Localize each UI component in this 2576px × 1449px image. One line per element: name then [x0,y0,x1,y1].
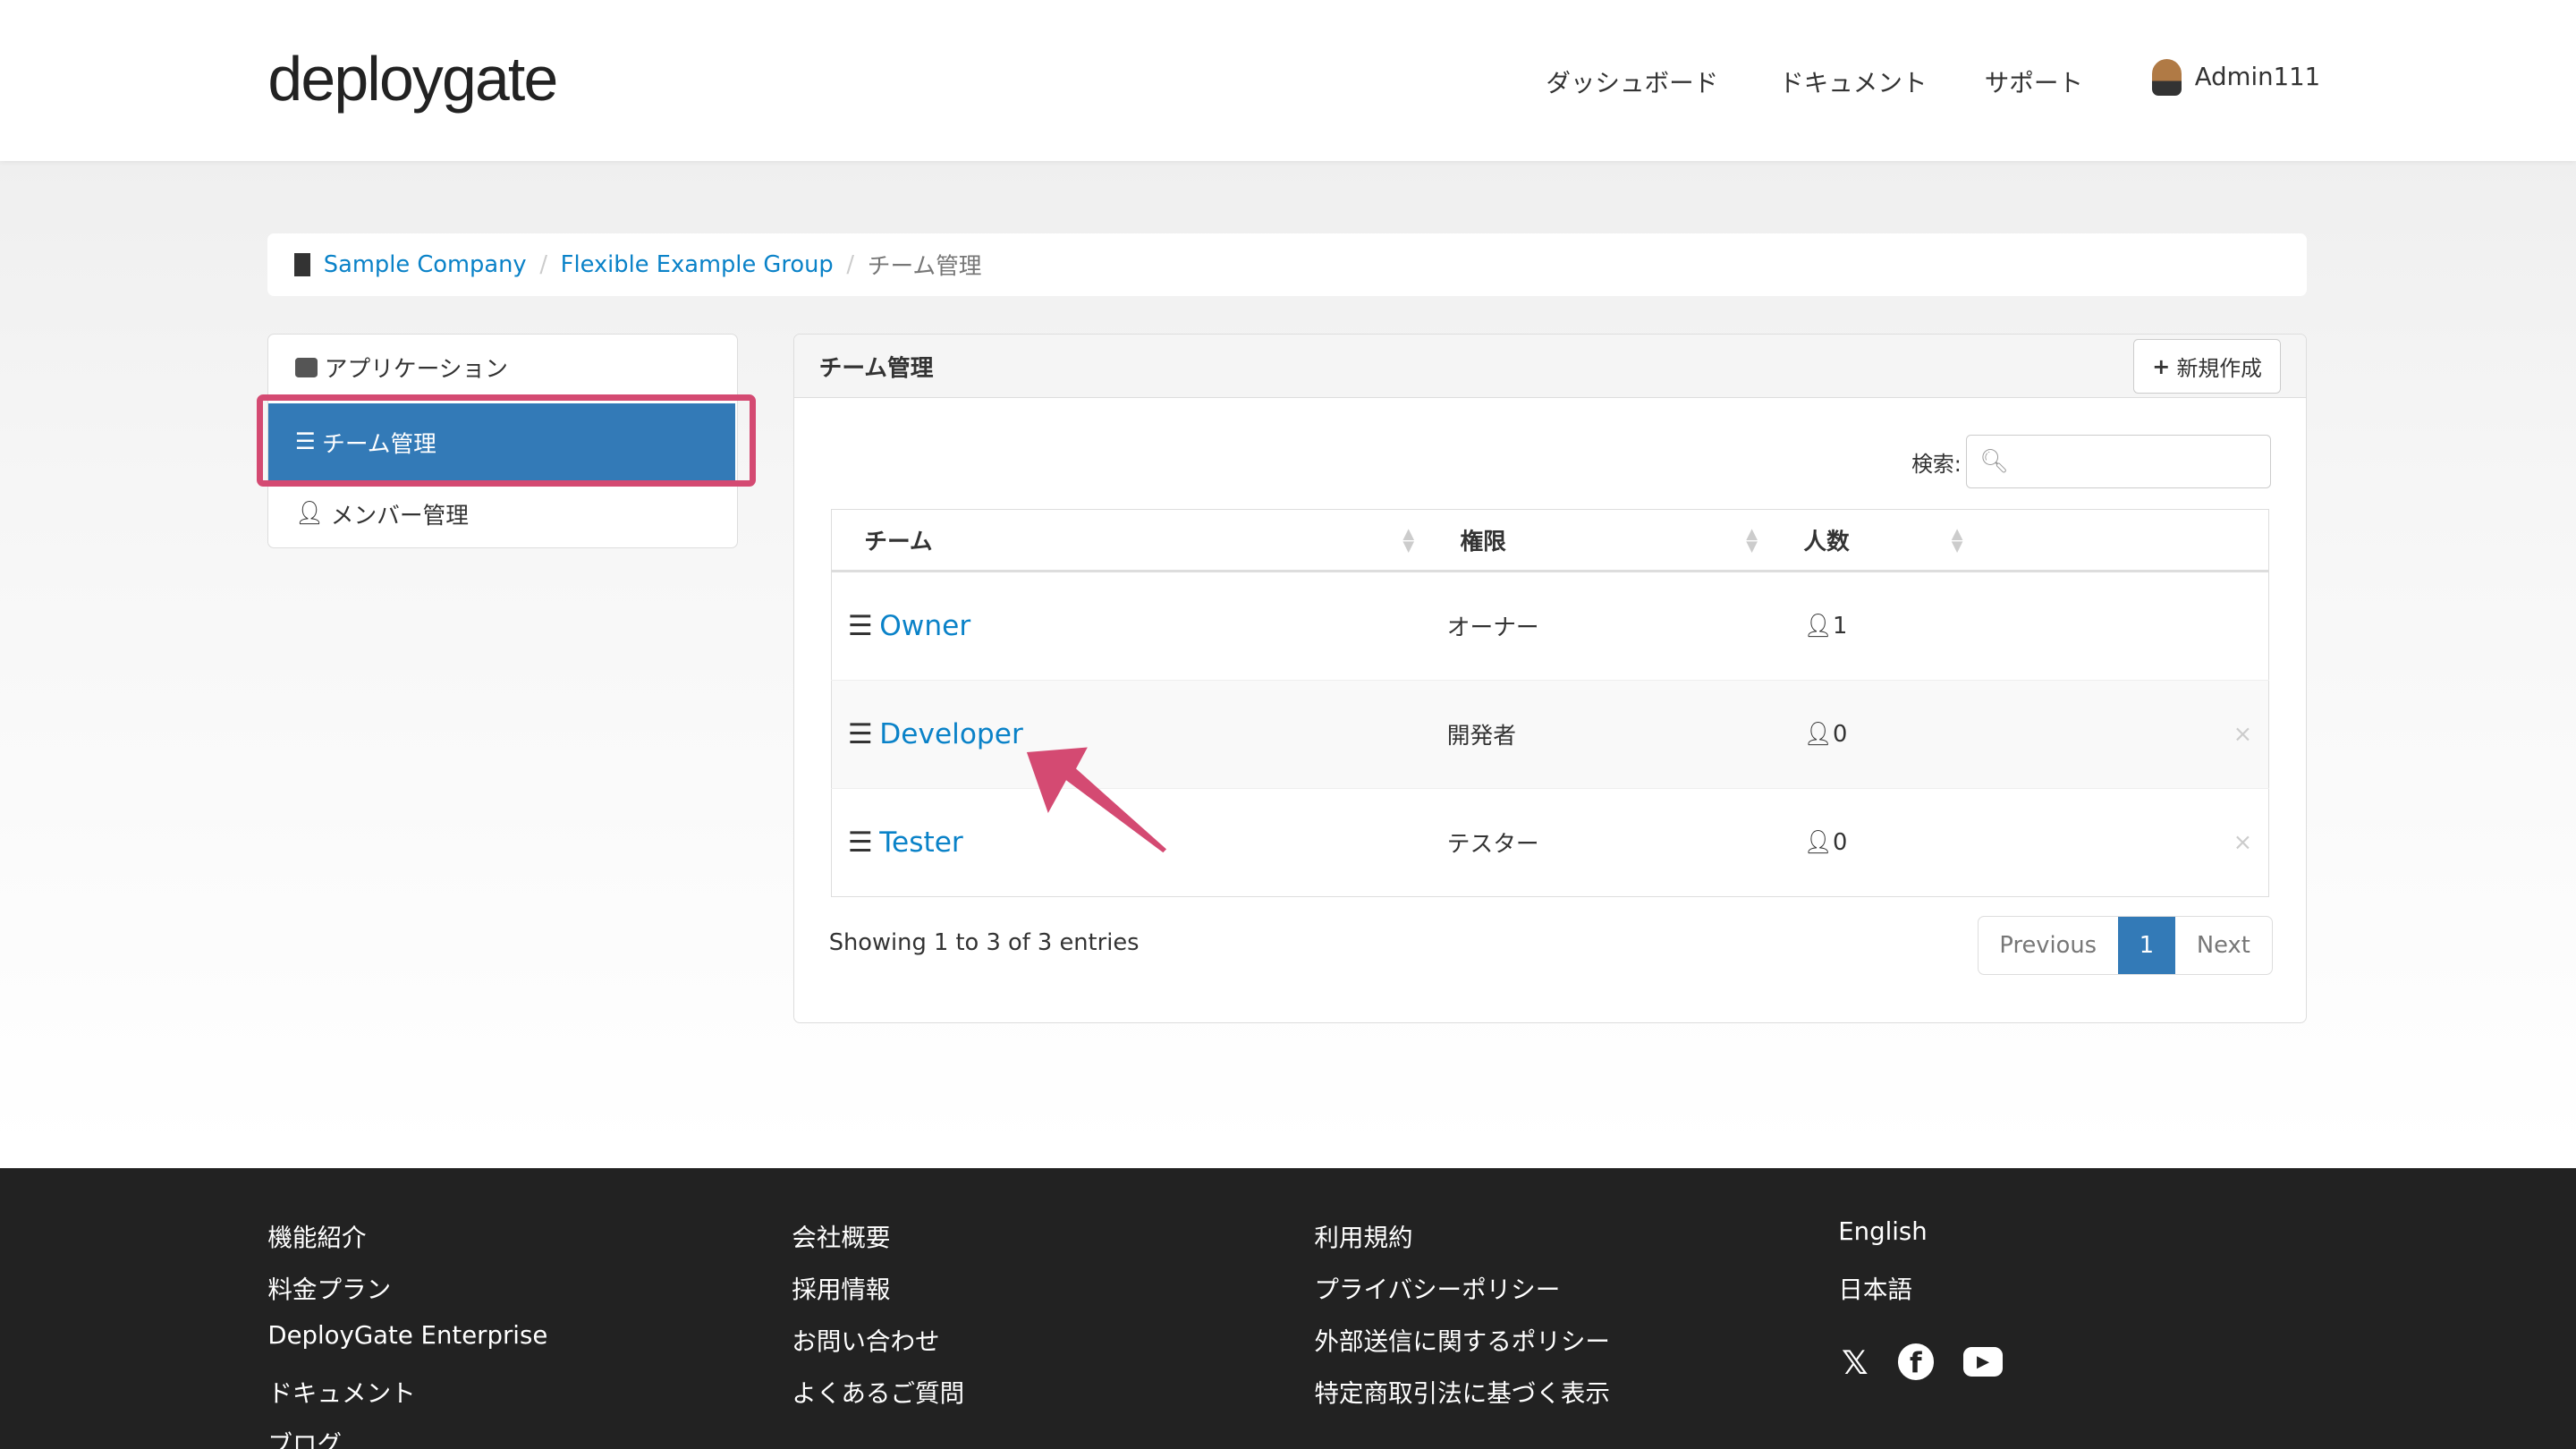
breadcrumb-group[interactable]: Flexible Example Group [561,251,834,278]
facebook-icon[interactable]: f [1897,1343,1934,1380]
breadcrumb-separator: / [539,250,547,278]
footer: 機能紹介 料金プラン DeployGate Enterprise ドキュメント ブログ … [0,1167,2576,1449]
new-button-label: 新規作成 [2176,356,2262,382]
member-count: 👤︎0 [1770,679,1977,789]
avatar [2152,59,2182,96]
page-1-button[interactable]: 1 [2117,917,2176,975]
plus-icon: + [2152,353,2171,379]
footer-link[interactable]: 料金プラン [267,1269,547,1321]
footer-link[interactable]: ドキュメント [267,1373,547,1425]
pagination: Previous 1 Next [1977,916,2273,976]
new-team-button[interactable]: + 新規作成 [2132,339,2282,394]
annotation-arrow [1026,747,1167,853]
search-icon: 🔍︎ [1979,448,2010,476]
nav-support[interactable]: サポート [1985,63,2083,98]
deploygate-logo[interactable]: deploygate [267,43,558,114]
footer-link[interactable]: 外部送信に関するポリシー [1314,1321,1610,1373]
sidebar-item-label: メンバー管理 [330,502,469,530]
column-team[interactable]: チーム ▲ ▼ [831,509,1428,573]
x-twitter-icon[interactable]: 𝕏 [1842,1343,1868,1382]
footer-link[interactable]: 採用情報 [792,1269,964,1321]
footer-link[interactable]: よくあるご質問 [792,1373,964,1425]
column-members[interactable]: 人数 ▲ ▼ [1770,509,1977,573]
team-link[interactable]: Owner [879,610,970,642]
footer-col-1: 機能紹介 料金プラン DeployGate Enterprise ドキュメント ブログ [267,1217,547,1449]
team-panel: チーム管理 + 新規作成 検索: 🔍︎ チーム ▲ ▼ 権限 ▲ ▼ 人数 ▲ ▼ ☰ Owne… [793,333,2307,1024]
breadcrumb-current: チーム管理 [867,253,982,281]
sort-icon: ▲ ▼ [1951,524,1963,555]
member-count: 👤︎1 [1770,571,1977,681]
nav-documents[interactable]: ドキュメント [1779,63,1927,98]
sort-icon: ▲ ▼ [1746,524,1758,555]
top-header: deploygate ダッシュボード ドキュメント サポート Admin111 [0,0,2576,161]
role: テスター [1427,787,1771,897]
role: 開発者 [1427,679,1771,789]
footer-link[interactable]: 会社概要 [792,1217,964,1269]
footer-link[interactable]: プライバシーポリシー [1314,1269,1610,1321]
breadcrumb-separator: / [846,250,855,278]
column-role[interactable]: 権限 ▲ ▼ [1427,509,1771,573]
footer-link[interactable]: 特定商取引法に基づく表示 [1314,1373,1610,1425]
list-icon: ☰ [847,717,873,750]
user-icon: 👤︎ [294,500,325,528]
table-info: Showing 1 to 3 of 3 entries [828,928,1140,956]
panel-title: チーム管理 [818,354,934,382]
footer-link[interactable]: 機能紹介 [267,1217,547,1269]
team-link[interactable]: Tester [879,826,963,859]
nav-dashboard[interactable]: ダッシュボード [1546,63,1718,98]
column-label: チーム [864,528,933,555]
previous-button[interactable]: Previous [1979,917,2118,974]
user-menu[interactable]: Admin111 [2152,59,2321,96]
language-japanese[interactable]: 日本語 [1838,1269,1927,1321]
sort-icon: ▲ ▼ [1402,524,1415,555]
breadcrumb: Sample Company / Flexible Example Group … [267,233,2307,296]
footer-link[interactable]: お問い合わせ [792,1321,964,1373]
footer-link[interactable]: ブログ [267,1424,547,1449]
next-button[interactable]: Next [2175,917,2272,974]
footer-link[interactable]: DeployGate Enterprise [267,1321,547,1373]
table-row: ☰ Owner オーナー 👤︎1 [831,571,2269,681]
footer-col-3: 利用規約 プライバシーポリシー 外部送信に関するポリシー 特定商取引法に基づく表示 [1314,1217,1610,1424]
user-icon: 👤︎ [1803,612,1833,640]
breadcrumb-company[interactable]: Sample Company [324,251,527,278]
building-icon [293,252,311,276]
sidebar-item-members[interactable]: 👤︎ メンバー管理 [268,480,735,546]
search-input[interactable]: 🔍︎ [1965,434,2272,489]
highlight-outline [256,394,756,487]
server-icon [294,357,318,377]
footer-col-2: 会社概要 採用情報 お問い合わせ よくあるご質問 [792,1217,964,1424]
column-label: 権限 [1460,528,1506,555]
user-name: Admin111 [2194,63,2321,92]
sidebar-item-applications[interactable]: アプリケーション [268,335,735,400]
social-links: 𝕏 f ▶ [1842,1343,2004,1382]
panel-header: チーム管理 + 新規作成 [794,334,2306,399]
user-icon: 👤︎ [1803,720,1833,748]
delete-icon[interactable]: × [1976,679,2269,789]
sidebar-item-label: アプリケーション [324,356,508,384]
delete-icon[interactable]: × [1976,787,2269,897]
member-count: 👤︎0 [1770,787,1977,897]
footer-link[interactable]: 利用規約 [1314,1217,1610,1269]
list-icon: ☰ [847,609,873,642]
language-english[interactable]: English [1838,1217,1927,1269]
role: オーナー [1427,571,1771,681]
footer-col-4: English 日本語 [1838,1217,1927,1321]
list-icon: ☰ [847,826,873,859]
column-actions [1976,509,2269,573]
column-label: 人数 [1803,528,1850,555]
search-label: 検索: [1911,451,1962,477]
youtube-icon[interactable]: ▶ [1963,1347,2004,1377]
user-icon: 👤︎ [1803,828,1833,856]
